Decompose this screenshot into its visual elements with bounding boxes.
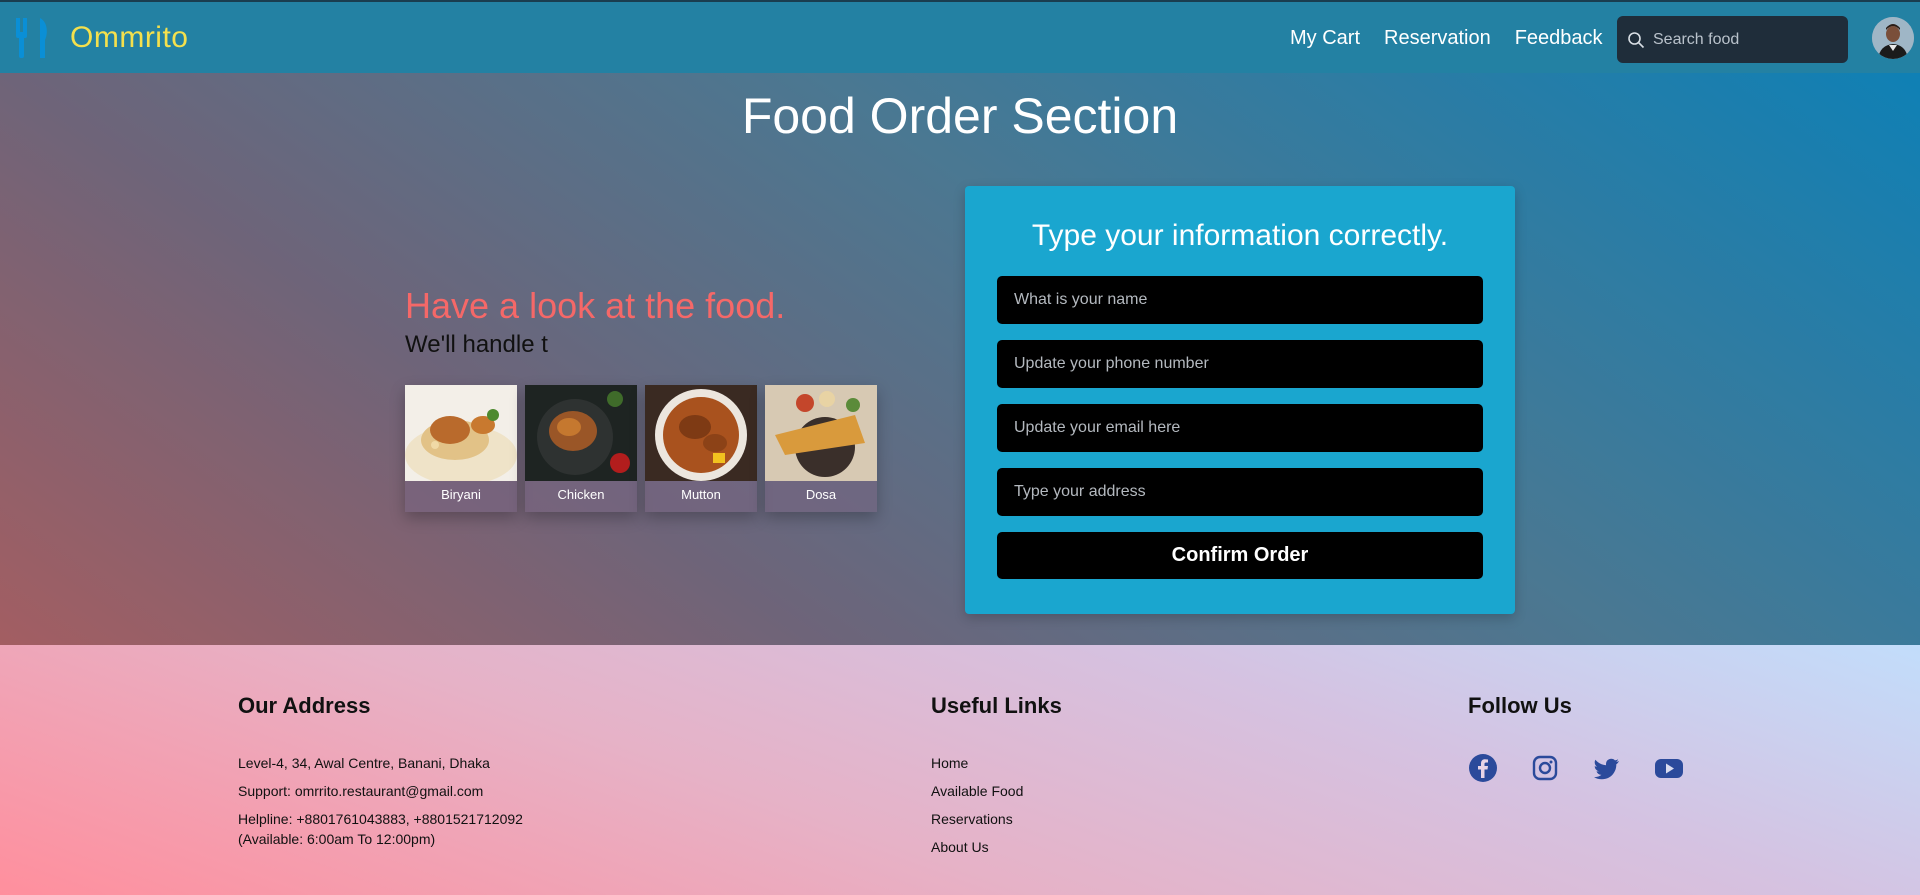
footer-address-heading: Our Address [238, 693, 371, 718]
food-list: Biryani Chicken Mutton Dosa [405, 385, 885, 512]
dosa-image [765, 385, 877, 481]
twitter-icon[interactable] [1592, 753, 1622, 783]
phone-field[interactable] [997, 340, 1483, 388]
food-label: Dosa [805, 487, 837, 502]
form-heading: Type your information correctly. [1031, 219, 1449, 252]
fork-knife-icon [16, 17, 47, 58]
helpline: Helpline: +8801761043883, +8801521712092 [238, 811, 523, 827]
footer-links-heading: Useful Links [931, 693, 1062, 718]
footer-address: Our Address Level-4, 34, Awal Centre, Ba… [238, 693, 523, 857]
nav-link-reservation[interactable]: Reservation [1384, 27, 1491, 50]
social-links [1468, 753, 1716, 783]
food-label: Chicken [557, 487, 605, 502]
footer: Our Address Level-4, 34, Awal Centre, Ba… [0, 645, 1920, 895]
confirm-order-button[interactable]: Confirm Order [997, 532, 1483, 579]
food-card-mutton[interactable]: Mutton [645, 385, 757, 512]
food-showcase: Have a look at the food. We'll handle t … [405, 285, 885, 512]
navbar: Ommrito My Cart Reservation Feedback [0, 0, 1920, 73]
biryani-image [405, 385, 517, 481]
address-lines: Level-4, 34, Awal Centre, Banani, Dhaka … [238, 753, 523, 849]
facebook-icon[interactable] [1468, 753, 1498, 783]
form-fields: Confirm Order [997, 276, 1483, 579]
hero-section: Food Order Section Have a look at the fo… [0, 73, 1920, 645]
mutton-image [645, 385, 757, 481]
food-card-biryani[interactable]: Biryani [405, 385, 517, 512]
search-icon [1628, 31, 1645, 48]
tagline: Have a look at the food. [405, 285, 786, 326]
avatar[interactable] [1872, 17, 1914, 59]
page-title: Food Order Section [741, 88, 1179, 144]
order-form: Type your information correctly. Confirm… [965, 186, 1515, 614]
instagram-icon[interactable] [1530, 753, 1560, 783]
footer-link-available-food[interactable]: Available Food [931, 781, 1062, 801]
footer-links: Useful Links Home Available Food Reserva… [931, 693, 1062, 865]
chicken-image [525, 385, 637, 481]
footer-social-heading: Follow Us [1468, 693, 1572, 718]
name-field[interactable] [997, 276, 1483, 324]
footer-link-about-us[interactable]: About Us [931, 837, 1062, 857]
nav-link-my-cart[interactable]: My Cart [1290, 27, 1360, 50]
email-field[interactable] [997, 404, 1483, 452]
footer-social: Follow Us [1468, 693, 1716, 783]
address-field[interactable] [997, 468, 1483, 516]
food-card-dosa[interactable]: Dosa [765, 385, 877, 512]
subtagline: We'll handle t [405, 331, 548, 358]
nav-links: My Cart Reservation Feedback [1290, 2, 1627, 75]
brand-name: Ommrito [70, 20, 189, 54]
youtube-icon[interactable] [1654, 753, 1684, 783]
address-line: Level-4, 34, Awal Centre, Banani, Dhaka [238, 755, 490, 771]
food-label: Mutton [681, 487, 721, 502]
footer-link-home[interactable]: Home [931, 753, 1062, 773]
search-box[interactable] [1617, 16, 1848, 63]
support-email: Support: omrrito.restaurant@gmail.com [238, 783, 484, 799]
links-list: Home Available Food Reservations About U… [931, 753, 1062, 857]
nav-link-feedback[interactable]: Feedback [1515, 27, 1603, 50]
helpline-hours: (Available: 6:00am To 12:00pm) [238, 831, 436, 847]
food-card-chicken[interactable]: Chicken [525, 385, 637, 512]
brand[interactable]: Ommrito [14, 16, 189, 60]
search-input[interactable] [1653, 30, 1843, 49]
user-avatar-image [1872, 17, 1914, 59]
food-label: Biryani [441, 487, 481, 502]
footer-link-reservations[interactable]: Reservations [931, 809, 1062, 829]
